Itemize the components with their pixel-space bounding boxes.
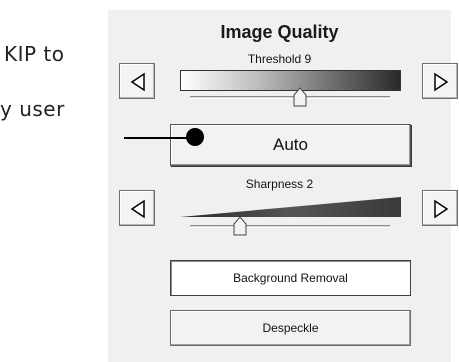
sharpness-increase-button[interactable] [422, 190, 458, 226]
threshold-gradient-bar [180, 70, 401, 91]
sharpness-ramp [180, 197, 401, 217]
panel-title: Image Quality [220, 22, 339, 42]
threshold-label: Threshold 9 [247, 52, 312, 66]
triangle-right-icon [434, 199, 449, 219]
background-removal-button[interactable]: Background Removal [170, 260, 411, 296]
threshold-decrease-button[interactable] [119, 63, 155, 99]
image-quality-panel: Image Quality Threshold 9 Auto Sharpness… [108, 10, 458, 362]
callout-dot [186, 128, 204, 146]
document-text-line-1: KIP to [4, 42, 65, 66]
threshold-slider-track[interactable] [190, 96, 390, 99]
sharpness-decrease-button[interactable] [119, 190, 155, 226]
sharpness-slider-thumb[interactable] [233, 216, 247, 236]
triangle-right-icon [434, 72, 449, 92]
threshold-slider-thumb[interactable] [293, 87, 307, 107]
triangle-left-icon [130, 72, 145, 92]
threshold-increase-button[interactable] [422, 63, 458, 99]
auto-button[interactable]: Auto [170, 124, 411, 166]
despeckle-button[interactable]: Despeckle [170, 310, 411, 346]
document-text-line-2: y user [0, 97, 65, 121]
sharpness-label: Sharpness 2 [245, 177, 314, 191]
triangle-left-icon [130, 199, 145, 219]
sharpness-slider-track[interactable] [190, 225, 390, 228]
